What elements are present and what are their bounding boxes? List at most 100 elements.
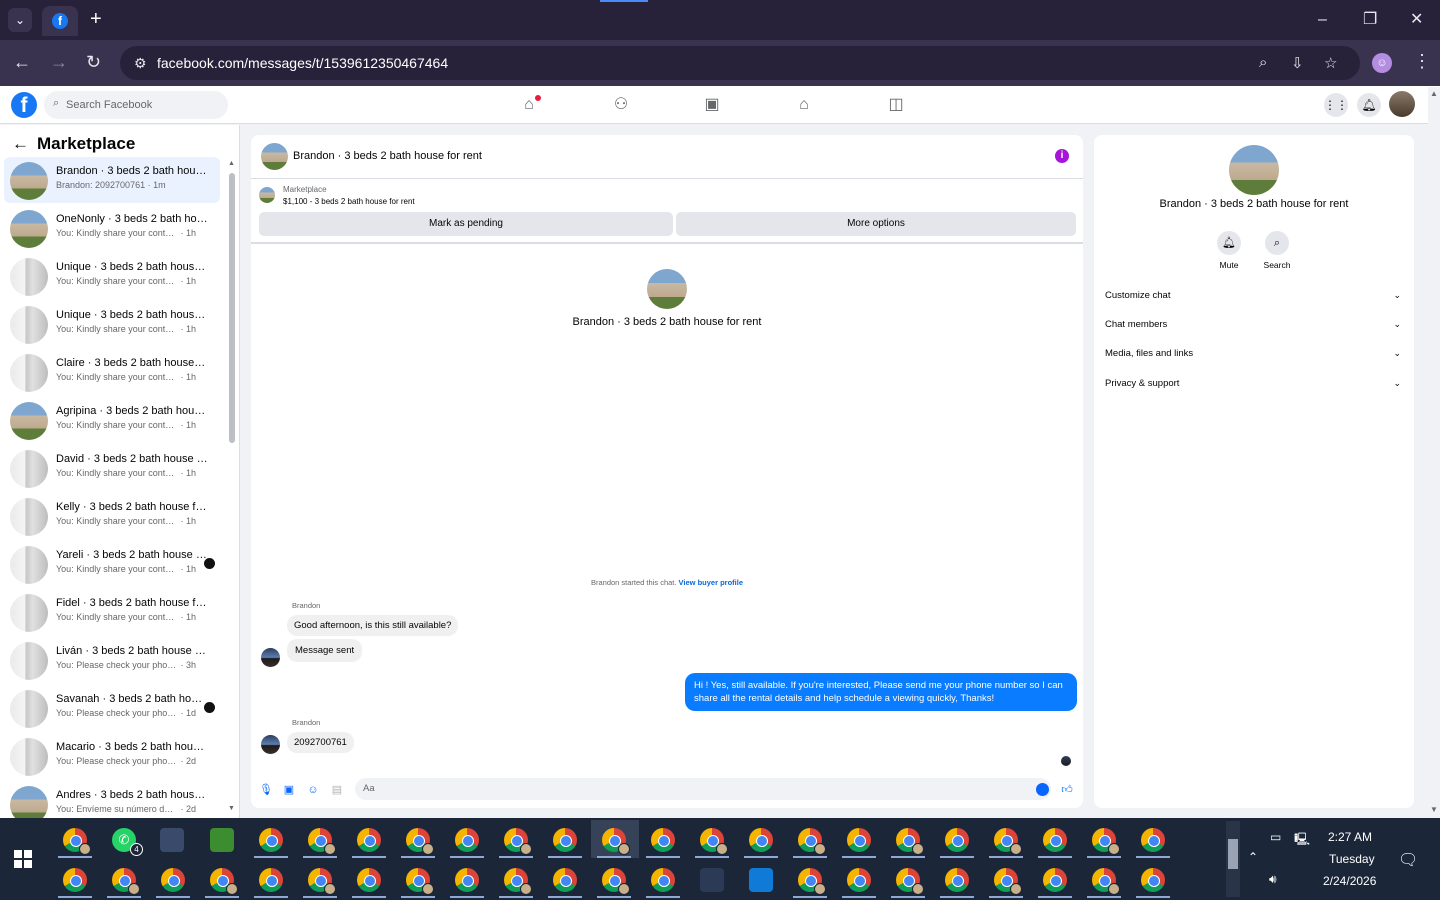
chrome-profile-icon[interactable]	[553, 868, 577, 892]
conversation-item[interactable]: Unique · 3 beds 2 bath house for rent You…	[4, 301, 220, 347]
chrome-profile-icon[interactable]	[504, 828, 532, 855]
chrome-profile-icon[interactable]	[1043, 868, 1067, 892]
privacy-support-row[interactable]: Privacy & support ⌄	[1105, 378, 1403, 398]
gaming-icon[interactable]: ◫	[886, 95, 906, 115]
chrome-profile-icon[interactable]	[455, 868, 479, 892]
sticker-icon[interactable]: ☺	[307, 784, 319, 796]
chrome-profile-icon[interactable]	[602, 828, 630, 855]
info-icon[interactable]: i	[1055, 149, 1069, 163]
incoming-message[interactable]: Good afternoon, is this still available?	[287, 615, 459, 636]
emoji-icon[interactable]	[1036, 783, 1049, 796]
chat-header-photo[interactable]	[261, 143, 288, 170]
chrome-profile-icon[interactable]	[945, 828, 969, 852]
mark-as-pending-button[interactable]: Mark as pending	[259, 212, 673, 236]
address-bar[interactable]: ⚙ facebook.com/messages/t/15396123504674…	[120, 46, 1360, 80]
chrome-profile-icon[interactable]	[455, 828, 479, 852]
chrome-profile-icon[interactable]	[1141, 868, 1165, 892]
volume-icon[interactable]: 🔊︎	[1269, 872, 1277, 887]
scroll-down-arrow[interactable]: ▼	[228, 805, 235, 812]
media-files-links-row[interactable]: Media, files and links ⌄	[1105, 348, 1403, 368]
chrome-profile-icon[interactable]	[357, 868, 381, 892]
windows-start-button[interactable]	[14, 850, 32, 868]
chrome-profile-icon[interactable]	[504, 868, 532, 895]
browser-tab-facebook[interactable]: f	[42, 6, 78, 36]
view-buyer-profile-link[interactable]: View buyer profile	[679, 578, 743, 587]
chrome-profile-icon[interactable]	[1043, 828, 1067, 852]
taskbar-scroller[interactable]	[1226, 821, 1240, 897]
conversation-item[interactable]: Fidel · 3 beds 2 bath house for rent You:…	[4, 589, 220, 635]
zoom-icon[interactable]: ⌕	[1259, 54, 1267, 71]
chrome-profile-icon[interactable]	[1141, 828, 1165, 852]
outgoing-message[interactable]: Hi ! Yes, still available. If you're int…	[685, 673, 1077, 711]
browser-menu-icon[interactable]: ⋮	[1413, 51, 1431, 72]
clock-date[interactable]: 2/24/2026	[1323, 874, 1376, 888]
chat-title[interactable]: Brandon · 3 beds 2 bath house for rent	[293, 150, 482, 162]
notepad-app-icon[interactable]	[210, 828, 234, 852]
chrome-profile-icon[interactable]	[896, 868, 924, 895]
chrome-profile-icon[interactable]	[847, 828, 871, 852]
chrome-profile-icon[interactable]	[602, 868, 630, 895]
chrome-profile-icon[interactable]	[308, 868, 336, 895]
chrome-profile-icon[interactable]	[406, 868, 434, 895]
incoming-message[interactable]: Message sent	[287, 639, 363, 662]
chrome-profile-icon[interactable]	[553, 828, 577, 852]
back-button[interactable]: ←	[13, 52, 31, 72]
chrome-profile-icon[interactable]	[259, 828, 283, 852]
restore-button[interactable]: ❐	[1363, 10, 1377, 30]
sender-avatar[interactable]	[261, 648, 280, 667]
gif-icon[interactable]: ▤	[331, 784, 343, 796]
thumbs-up-icon[interactable]: 👍︎	[1061, 784, 1073, 796]
minimize-button[interactable]: –	[1318, 10, 1327, 30]
chrome-profile-icon[interactable]	[945, 868, 969, 892]
clock-day[interactable]: Tuesday	[1329, 852, 1375, 866]
close-window-button[interactable]: ✕	[1410, 10, 1423, 30]
whatsapp-icon[interactable]: ✆ 4	[112, 828, 143, 856]
chrome-profile-icon[interactable]	[994, 828, 1022, 855]
intro-photo[interactable]	[647, 269, 687, 309]
chrome-profile-icon[interactable]	[651, 828, 675, 852]
mute-button[interactable]: 🔔︎ Mute	[1204, 231, 1254, 270]
conversation-item[interactable]: Liván · 3 beds 2 bath house for rent You:…	[4, 637, 220, 683]
browser-profile-icon[interactable]: ☺	[1372, 53, 1392, 73]
bookmark-star-icon[interactable]: ☆	[1324, 54, 1337, 72]
photos-app-icon[interactable]	[160, 828, 184, 852]
notification-center-icon[interactable]: 🗨︎	[1398, 850, 1418, 870]
microphone-icon[interactable]: 🎙︎	[259, 784, 273, 796]
edge-browser-icon[interactable]	[749, 868, 773, 892]
search-conversation-button[interactable]: ⌕ Search	[1252, 231, 1302, 270]
chrome-profile-icon[interactable]	[308, 828, 336, 855]
chrome-profile-icon[interactable]	[651, 868, 675, 892]
conversation-item[interactable]: David · 3 beds 2 bath house for rent You:…	[4, 445, 220, 491]
listing-price[interactable]: $1,100 - 3 beds 2 bath house for rent	[283, 197, 415, 206]
account-avatar[interactable]	[1389, 91, 1415, 117]
conversation-item[interactable]: Kelly · 3 beds 2 bath house for rent You:…	[4, 493, 220, 539]
chrome-profile-icon[interactable]	[798, 868, 826, 895]
sender-avatar[interactable]	[261, 735, 280, 754]
video-icon[interactable]: ▣	[702, 95, 722, 115]
url-text[interactable]: facebook.com/messages/t/1539612350467464	[157, 55, 448, 71]
chrome-profile-icon[interactable]	[1092, 868, 1120, 895]
sidebar-scrollbar[interactable]	[229, 173, 235, 443]
conversation-item[interactable]: Unique · 3 beds 2 bath house for rent You…	[4, 253, 220, 299]
forward-button[interactable]: →	[50, 52, 68, 72]
new-tab-button[interactable]: +	[90, 9, 102, 29]
more-options-button[interactable]: More options	[676, 212, 1076, 236]
incoming-message[interactable]: 2092700761	[287, 732, 354, 753]
chrome-profile-icon[interactable]	[259, 868, 283, 892]
chrome-profile-icon[interactable]	[161, 868, 185, 892]
conversation-item[interactable]: Yareli · 3 beds 2 bath house for rent You…	[4, 541, 220, 587]
tab-search-dropdown[interactable]: ⌄	[8, 8, 32, 32]
chrome-profile-icon[interactable]	[63, 828, 91, 855]
chrome-profile-icon[interactable]	[406, 828, 434, 855]
marketplace-icon[interactable]: ⌂	[794, 95, 814, 115]
scroll-up-arrow[interactable]: ▲	[228, 160, 235, 167]
chrome-profile-icon[interactable]	[896, 828, 924, 855]
clock-time[interactable]: 2:27 AM	[1328, 830, 1372, 844]
message-input[interactable]: Aa	[355, 778, 1051, 800]
network-icon[interactable]: 🖳︎	[1294, 830, 1310, 851]
search-facebook-input[interactable]: ⌕ Search Facebook	[44, 91, 228, 119]
reload-button[interactable]: ↻	[86, 52, 101, 72]
conversation-item[interactable]: Agripina · 3 beds 2 bath house for rent Y…	[4, 397, 220, 443]
chrome-profile-icon[interactable]	[1092, 828, 1120, 855]
back-arrow-icon[interactable]: ←	[12, 134, 29, 153]
